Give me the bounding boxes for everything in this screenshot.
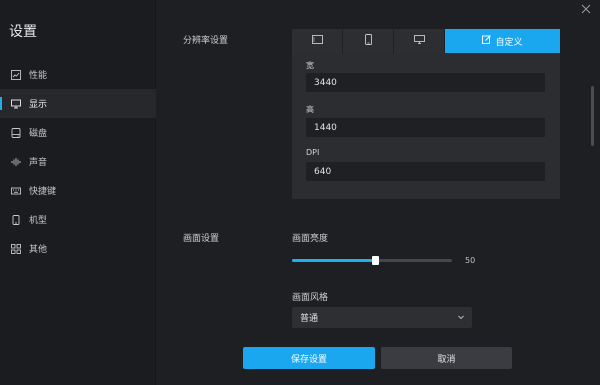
- height-label: 高: [306, 105, 314, 114]
- sidebar-item-display[interactable]: 显示: [0, 89, 156, 118]
- phone-portrait-icon: [364, 34, 372, 48]
- sidebar-item-label: 性能: [29, 71, 48, 81]
- brightness-slider-fill: [292, 259, 376, 262]
- grid-icon: [11, 243, 21, 254]
- brightness-value: 50: [465, 256, 476, 265]
- sound-wave-icon: [11, 157, 21, 167]
- tab-phone-portrait[interactable]: [343, 29, 394, 53]
- cancel-button[interactable]: 取消: [381, 347, 512, 369]
- sidebar-title: 设置: [9, 24, 37, 40]
- sidebar-item-label: 显示: [29, 100, 48, 110]
- scrollbar-thumb[interactable]: [591, 86, 594, 146]
- brightness-slider[interactable]: [292, 256, 452, 265]
- style-select-value: 普通: [300, 314, 319, 324]
- dpi-label: DPI: [306, 148, 320, 157]
- sidebar-item-other[interactable]: 其他: [0, 234, 156, 263]
- sidebar-item-shortcuts[interactable]: 快捷键: [0, 176, 156, 205]
- width-field[interactable]: 3440: [305, 72, 546, 93]
- save-settings-button[interactable]: 保存设置: [243, 347, 375, 369]
- tab-tablet-landscape[interactable]: [292, 29, 343, 53]
- width-label: 宽: [306, 61, 314, 70]
- settings-content: 分辨率设置 自定义 宽 3440 高 1440 DPI 640 画面设置 画面亮…: [157, 0, 600, 385]
- close-icon[interactable]: [580, 3, 592, 15]
- sidebar-item-performance[interactable]: 性能: [0, 60, 156, 89]
- settings-sidebar: 设置 性能 显示 磁盘 声音 快捷键 机型 其他: [0, 0, 156, 385]
- sidebar-item-device-model[interactable]: 机型: [0, 205, 156, 234]
- sidebar-item-label: 其他: [29, 245, 48, 255]
- edit-icon: [482, 35, 492, 47]
- sidebar-item-disk[interactable]: 磁盘: [0, 118, 156, 147]
- sidebar-nav: 性能 显示 磁盘 声音 快捷键 机型 其他: [0, 60, 156, 263]
- sidebar-item-label: 声音: [29, 158, 48, 168]
- monitor-icon: [11, 99, 21, 109]
- phone-icon: [11, 214, 21, 225]
- keyboard-icon: [11, 186, 21, 196]
- tab-monitor[interactable]: [394, 29, 445, 53]
- screen-section-label: 画面设置: [183, 234, 220, 244]
- resolution-section-label: 分辨率设置: [183, 36, 229, 46]
- brightness-slider-thumb[interactable]: [372, 256, 380, 265]
- style-label: 画面风格: [292, 293, 329, 303]
- monitor-icon: [413, 35, 425, 47]
- brightness-label: 画面亮度: [292, 234, 329, 244]
- tab-custom-label: 自定义: [495, 37, 523, 48]
- disk-icon: [11, 127, 21, 138]
- resolution-panel: 自定义 宽 3440 高 1440 DPI 640: [292, 29, 560, 199]
- sidebar-item-sound[interactable]: 声音: [0, 147, 156, 176]
- style-select[interactable]: 普通: [292, 307, 472, 328]
- sidebar-item-label: 快捷键: [29, 187, 57, 197]
- height-field[interactable]: 1440: [305, 117, 546, 138]
- sidebar-item-label: 机型: [29, 216, 48, 226]
- resolution-tabs: 自定义: [292, 29, 560, 53]
- chart-icon: [11, 69, 21, 80]
- tablet-landscape-icon: [311, 35, 323, 47]
- sidebar-item-label: 磁盘: [29, 129, 48, 139]
- tab-custom[interactable]: 自定义: [445, 29, 560, 53]
- dpi-field[interactable]: 640: [305, 161, 546, 182]
- chevron-down-icon: [457, 313, 465, 321]
